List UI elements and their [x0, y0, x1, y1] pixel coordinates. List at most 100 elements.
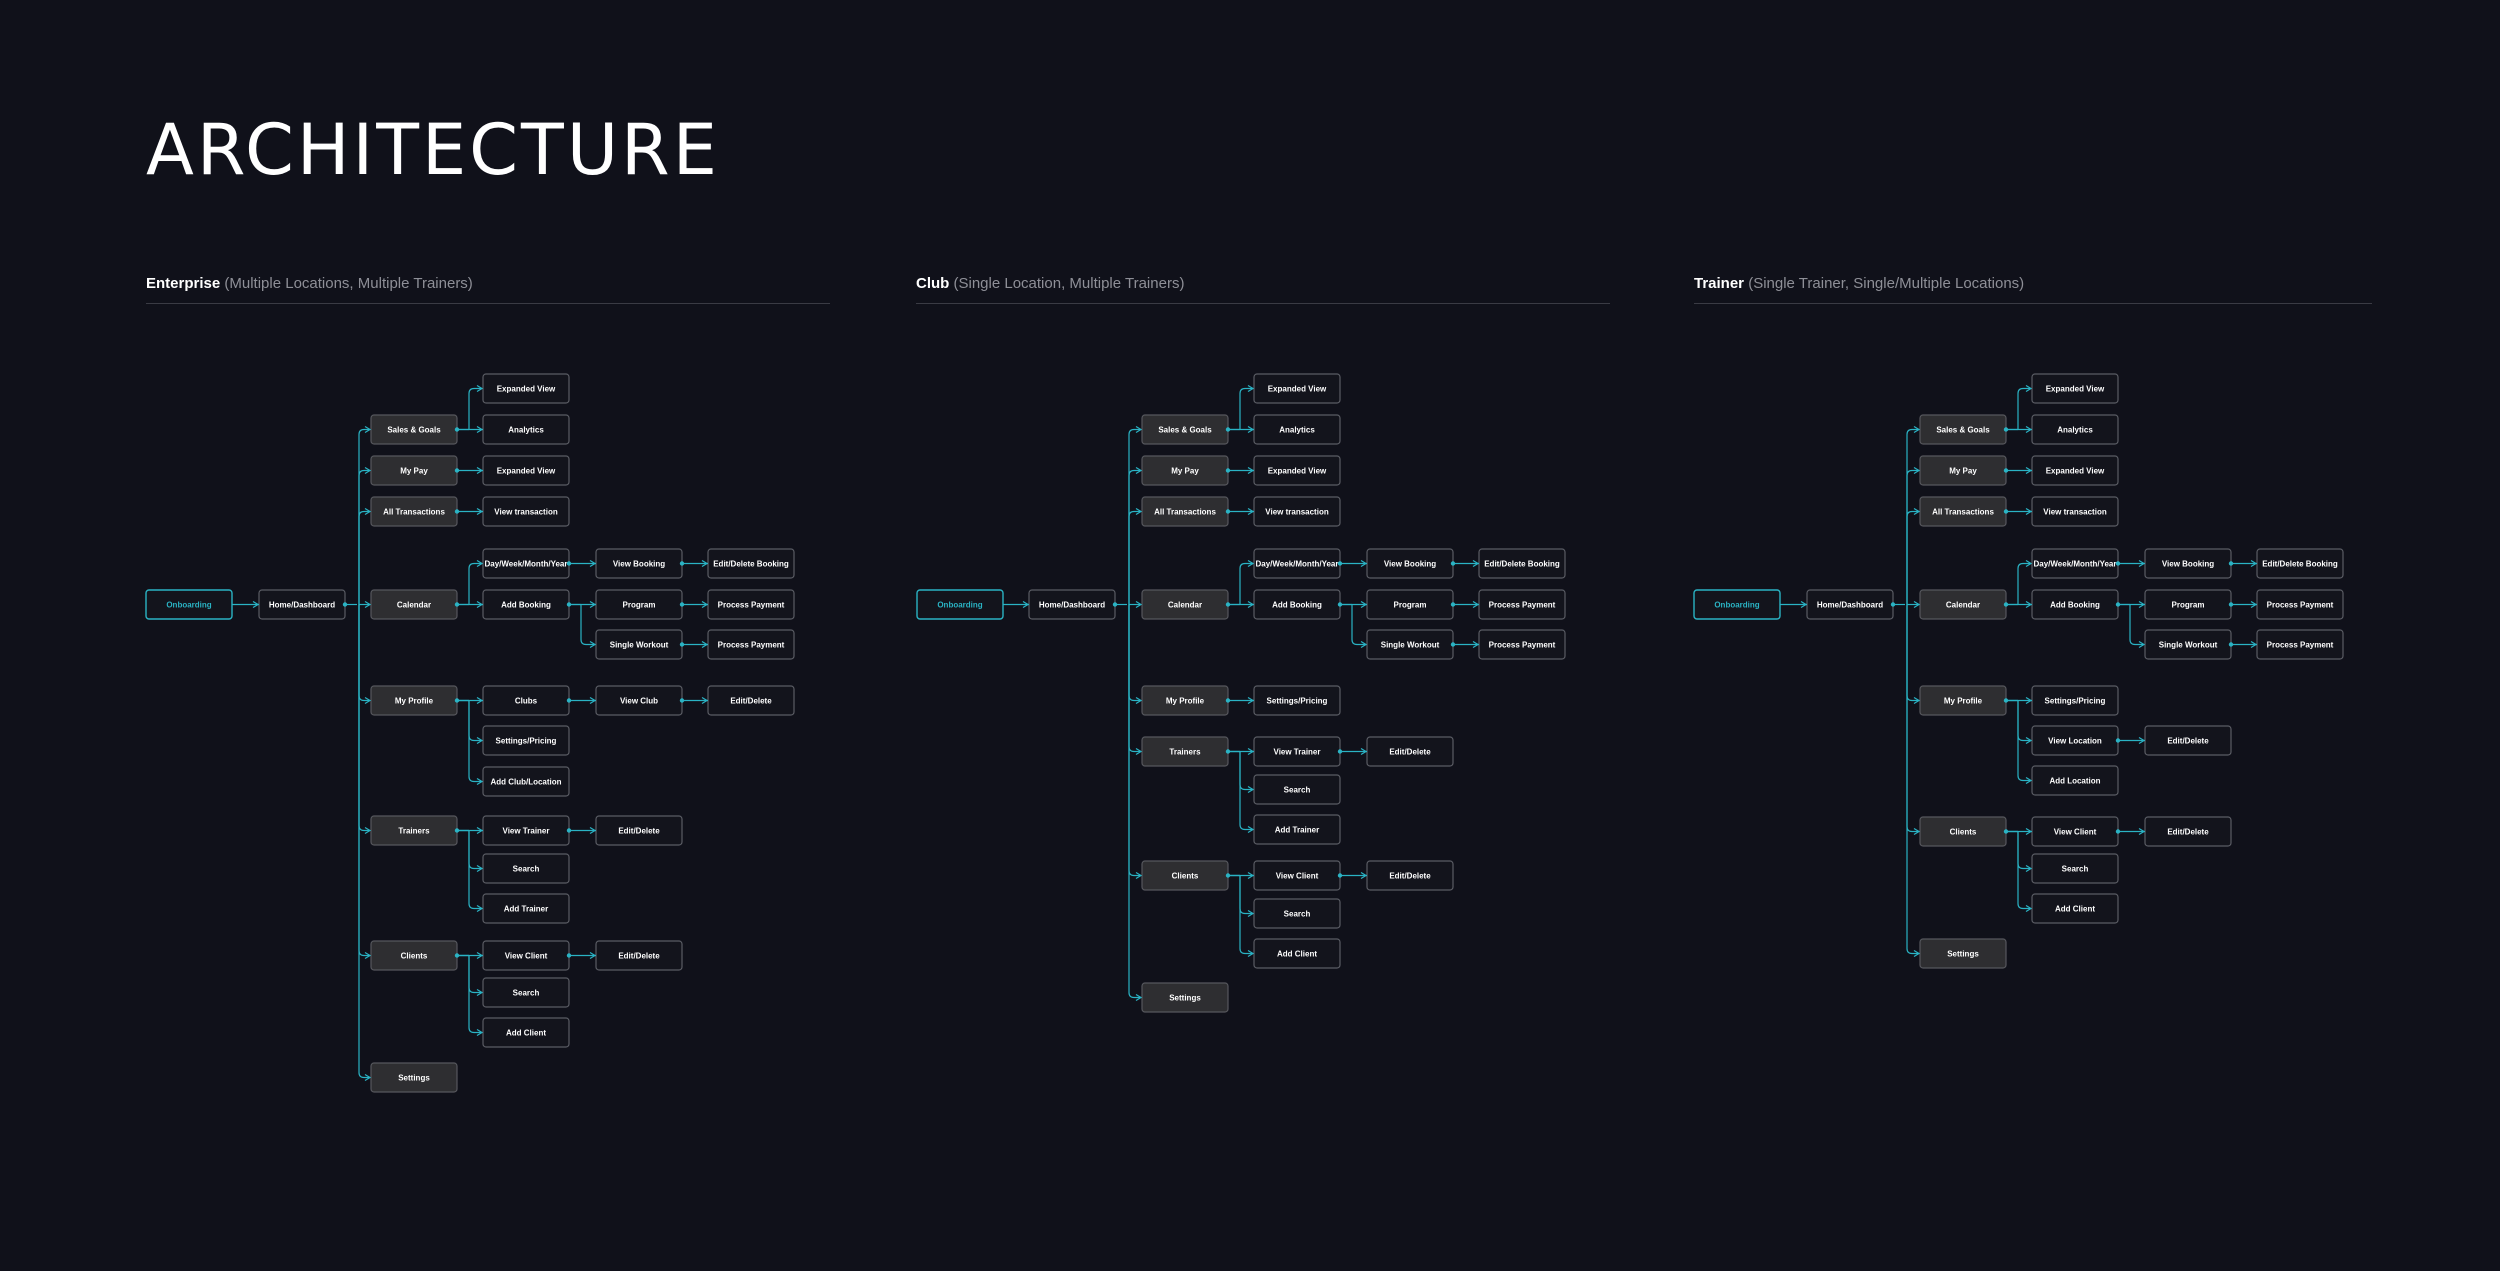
node-home[interactable]: Home/Dashboard: [258, 589, 346, 620]
node-sales[interactable]: Sales & Goals: [1141, 414, 1229, 445]
node-mypay-exp[interactable]: Expanded View: [482, 455, 570, 486]
node-sales-exp[interactable]: Expanded View: [2031, 373, 2119, 404]
node-cal-day[interactable]: Day/Week/Month/Year: [482, 548, 570, 579]
node-settings[interactable]: Settings: [1141, 982, 1229, 1013]
node-cal-single[interactable]: Single Workout: [1366, 629, 1454, 660]
node-home[interactable]: Home/Dashboard: [1806, 589, 1894, 620]
node-tr-ed[interactable]: Edit/Delete: [1366, 736, 1454, 767]
node-cal-single[interactable]: Single Workout: [595, 629, 683, 660]
node-prof-set[interactable]: Settings/Pricing: [2031, 685, 2119, 716]
node-label: Add Client: [506, 1029, 546, 1038]
node-sales[interactable]: Sales & Goals: [370, 414, 458, 445]
node-label: Clients: [401, 952, 428, 961]
node-prof-ed[interactable]: Edit/Delete: [2144, 725, 2232, 756]
connector-line: [1239, 562, 1253, 605]
node-tr-search[interactable]: Search: [482, 853, 570, 884]
node-cl-search[interactable]: Search: [482, 977, 570, 1008]
node-cal-add[interactable]: Add Booking: [1253, 589, 1341, 620]
node-cal-single[interactable]: Single Workout: [2144, 629, 2232, 660]
node-prof-ed[interactable]: Edit/Delete: [707, 685, 795, 716]
node-alltx[interactable]: All Transactions: [1141, 496, 1229, 527]
node-cal-viewb[interactable]: View Booking: [1366, 548, 1454, 579]
node-cl-ed[interactable]: Edit/Delete: [2144, 816, 2232, 847]
node-prof-addloc[interactable]: Add Location: [2031, 765, 2119, 796]
node-alltx-view[interactable]: View transaction: [2031, 496, 2119, 527]
node-prof[interactable]: My Profile: [1919, 685, 2007, 716]
node-alltx-view[interactable]: View transaction: [482, 496, 570, 527]
node-mypay[interactable]: My Pay: [1141, 455, 1229, 486]
node-cal-pp1[interactable]: Process Payment: [707, 589, 795, 620]
node-prof-clubs[interactable]: Clubs: [482, 685, 570, 716]
node-alltx-view[interactable]: View transaction: [1253, 496, 1341, 527]
node-cal-pp2[interactable]: Process Payment: [2256, 629, 2344, 660]
node-cal-prog[interactable]: Program: [2144, 589, 2232, 620]
node-cal-pp2[interactable]: Process Payment: [1478, 629, 1566, 660]
node-cl-add[interactable]: Add Client: [1253, 938, 1341, 969]
node-onboarding[interactable]: Onboarding: [916, 589, 1004, 620]
node-settings[interactable]: Settings: [370, 1062, 458, 1093]
node-prof-viewclub[interactable]: View Club: [595, 685, 683, 716]
node-cal-pp2[interactable]: Process Payment: [707, 629, 795, 660]
node-settings[interactable]: Settings: [1919, 938, 2007, 969]
node-cal-edb[interactable]: Edit/Delete Booking: [1478, 548, 1566, 579]
node-prof-set[interactable]: Settings/Pricing: [1253, 685, 1341, 716]
node-cal-day[interactable]: Day/Week/Month/Year: [2031, 548, 2119, 579]
node-tr[interactable]: Trainers: [370, 815, 458, 846]
node-cl[interactable]: Clients: [1141, 860, 1229, 891]
node-cal-viewb[interactable]: View Booking: [595, 548, 683, 579]
node-tr-add[interactable]: Add Trainer: [1253, 814, 1341, 845]
node-sales-an[interactable]: Analytics: [482, 414, 570, 445]
node-prof-set[interactable]: Settings/Pricing: [482, 725, 570, 756]
node-cl-ed[interactable]: Edit/Delete: [595, 940, 683, 971]
node-cl-search[interactable]: Search: [1253, 898, 1341, 929]
node-tr[interactable]: Trainers: [1141, 736, 1229, 767]
node-prof-viewloc[interactable]: View Location: [2031, 725, 2119, 756]
node-prof[interactable]: My Profile: [370, 685, 458, 716]
node-cal-prog[interactable]: Program: [1366, 589, 1454, 620]
node-home[interactable]: Home/Dashboard: [1028, 589, 1116, 620]
node-cl[interactable]: Clients: [1919, 816, 2007, 847]
node-sales-an[interactable]: Analytics: [1253, 414, 1341, 445]
node-cal-edb[interactable]: Edit/Delete Booking: [2256, 548, 2344, 579]
node-onboarding[interactable]: Onboarding: [145, 589, 233, 620]
node-onboarding[interactable]: Onboarding: [1693, 589, 1781, 620]
node-cal-edb[interactable]: Edit/Delete Booking: [707, 548, 795, 579]
node-cl[interactable]: Clients: [370, 940, 458, 971]
node-cal-prog[interactable]: Program: [595, 589, 683, 620]
node-prof[interactable]: My Profile: [1141, 685, 1229, 716]
node-cal-pp1[interactable]: Process Payment: [1478, 589, 1566, 620]
node-mypay-exp[interactable]: Expanded View: [1253, 455, 1341, 486]
node-cal-add[interactable]: Add Booking: [482, 589, 570, 620]
node-tr-search[interactable]: Search: [1253, 774, 1341, 805]
node-cl-ed[interactable]: Edit/Delete: [1366, 860, 1454, 891]
node-cal-pp1[interactable]: Process Payment: [2256, 589, 2344, 620]
node-tr-view[interactable]: View Trainer: [1253, 736, 1341, 767]
node-cal-day[interactable]: Day/Week/Month/Year: [1253, 548, 1341, 579]
node-cl-view[interactable]: View Client: [1253, 860, 1341, 891]
connector-dot: [1225, 509, 1231, 514]
node-label: Calendar: [1168, 601, 1202, 610]
node-sales-exp[interactable]: Expanded View: [482, 373, 570, 404]
node-prof-add[interactable]: Add Club/Location: [482, 766, 570, 797]
node-cal[interactable]: Calendar: [1919, 589, 2007, 620]
node-cal[interactable]: Calendar: [370, 589, 458, 620]
node-alltx[interactable]: All Transactions: [1919, 496, 2007, 527]
node-sales-exp[interactable]: Expanded View: [1253, 373, 1341, 404]
node-cl-search[interactable]: Search: [2031, 853, 2119, 884]
node-mypay[interactable]: My Pay: [370, 455, 458, 486]
node-cl-view[interactable]: View Client: [2031, 816, 2119, 847]
node-alltx[interactable]: All Transactions: [370, 496, 458, 527]
node-sales[interactable]: Sales & Goals: [1919, 414, 2007, 445]
node-tr-view[interactable]: View Trainer: [482, 815, 570, 846]
node-sales-an[interactable]: Analytics: [2031, 414, 2119, 445]
node-cl-add[interactable]: Add Client: [482, 1017, 570, 1048]
node-tr-add[interactable]: Add Trainer: [482, 893, 570, 924]
node-mypay-exp[interactable]: Expanded View: [2031, 455, 2119, 486]
node-cl-add[interactable]: Add Client: [2031, 893, 2119, 924]
node-tr-ed[interactable]: Edit/Delete: [595, 815, 683, 846]
node-cal-viewb[interactable]: View Booking: [2144, 548, 2232, 579]
node-cal-add[interactable]: Add Booking: [2031, 589, 2119, 620]
node-cal[interactable]: Calendar: [1141, 589, 1229, 620]
node-cl-view[interactable]: View Client: [482, 940, 570, 971]
node-mypay[interactable]: My Pay: [1919, 455, 2007, 486]
